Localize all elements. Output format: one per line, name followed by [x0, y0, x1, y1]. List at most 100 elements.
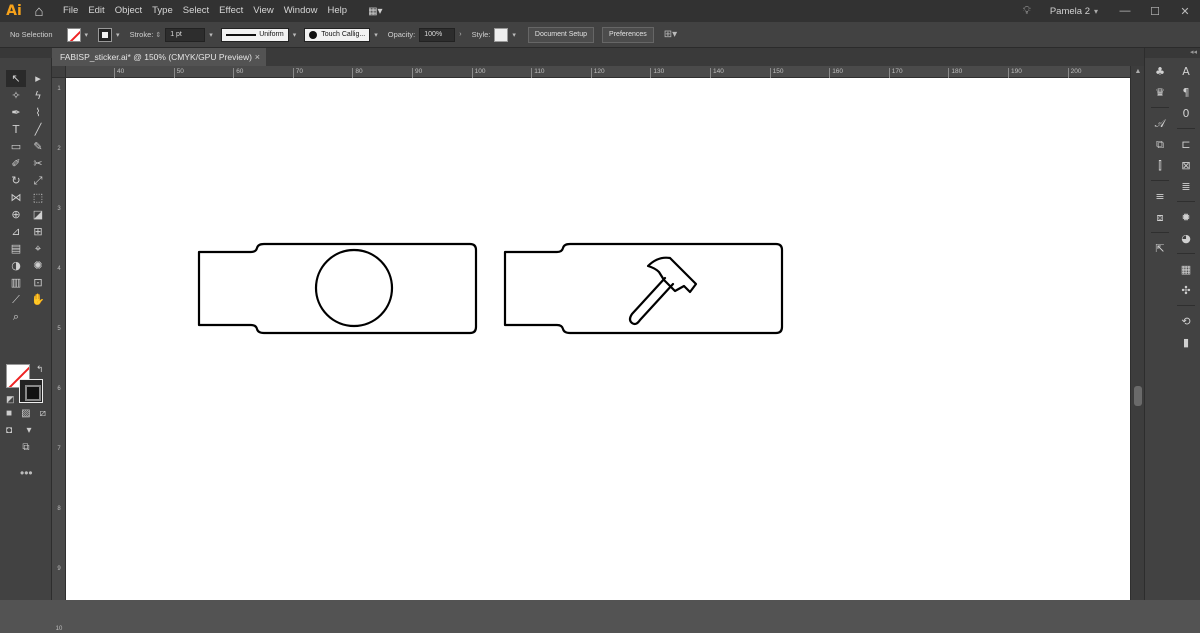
menu-file[interactable]: File: [58, 0, 83, 22]
maximize-icon[interactable]: ☐: [1140, 5, 1170, 18]
fill-swatch[interactable]: [66, 27, 81, 42]
default-fill-stroke-icon[interactable]: ◩: [6, 394, 15, 405]
stroke-weight-dropdown-icon[interactable]: ▾: [209, 31, 213, 39]
scroll-up-icon[interactable]: ▲: [1131, 68, 1145, 75]
gradient-tool-icon[interactable]: ▤: [6, 240, 26, 257]
free-transform-tool-icon[interactable]: ⬚: [28, 189, 48, 206]
brushes-icon[interactable]: ✣: [1176, 281, 1196, 301]
stroke-swatch[interactable]: [98, 27, 113, 42]
close-window-icon[interactable]: ✕: [1170, 5, 1200, 18]
gradient-panel-icon[interactable]: ▮: [1176, 333, 1196, 353]
change-screen-mode-icon[interactable]: ⧉: [22, 442, 29, 453]
artboards-icon[interactable]: ⧈: [1150, 208, 1170, 228]
layers-icon[interactable]: ≡: [1150, 187, 1170, 207]
swatches-icon[interactable]: ▦: [1176, 260, 1196, 280]
width-tool-icon[interactable]: ⋈: [6, 189, 26, 206]
draw-inside-icon[interactable]: ▾: [27, 425, 32, 436]
artboard[interactable]: [66, 78, 1130, 600]
appearance-icon[interactable]: ✹: [1176, 208, 1196, 228]
paragraph-icon[interactable]: ¶: [1176, 83, 1196, 103]
minimize-icon[interactable]: —: [1110, 5, 1140, 17]
scale-tool-icon[interactable]: ⤢: [28, 172, 48, 189]
align-icon[interactable]: ⫿: [1150, 156, 1170, 176]
swap-fill-stroke-icon[interactable]: ↰: [36, 364, 44, 375]
stroke-black-swatch[interactable]: [19, 379, 43, 403]
fill-dropdown-icon[interactable]: ▾: [85, 31, 89, 39]
close-tab-icon[interactable]: ×: [255, 48, 260, 66]
hand-tool-icon[interactable]: ✋: [28, 291, 48, 308]
style-dropdown-icon[interactable]: ▾: [512, 31, 516, 39]
slice-tool-icon[interactable]: ⟋: [6, 291, 26, 308]
type-tool-icon[interactable]: T: [6, 121, 26, 138]
stroke-spinner-icon[interactable]: ⇕: [155, 31, 161, 39]
shape-builder-tool-icon[interactable]: ⊕: [6, 206, 26, 223]
scissors-tool-icon[interactable]: ✂: [28, 155, 48, 172]
vertical-scrollbar[interactable]: ▲: [1130, 66, 1144, 600]
stroke-weight-field[interactable]: 1 pt: [165, 27, 206, 42]
perspective-grid-tool-icon[interactable]: ⊿: [6, 223, 26, 240]
home-icon[interactable]: ⌂: [28, 0, 50, 22]
stroke-profile-field[interactable]: Uniform: [220, 27, 289, 42]
artboard-tool-icon[interactable]: ⊡: [28, 274, 48, 291]
menu-type[interactable]: Type: [147, 0, 178, 22]
ruler-origin[interactable]: [52, 66, 66, 78]
brush-field[interactable]: Touch Callig...: [304, 27, 371, 42]
vertical-ruler[interactable]: 1 2 3 4 5 6 7 8 9 10: [52, 78, 66, 632]
pen-tool-icon[interactable]: ✒: [6, 104, 26, 121]
hammer-icon[interactable]: [628, 256, 698, 326]
selection-tool-icon[interactable]: ↖: [6, 70, 26, 87]
stroke-panel-icon[interactable]: ≣: [1176, 177, 1196, 197]
rectangle-tool-icon[interactable]: ▭: [6, 138, 26, 155]
mesh-tool-icon[interactable]: ⊞: [28, 223, 48, 240]
style-swatch[interactable]: [494, 27, 509, 42]
export-icon[interactable]: ⇱: [1150, 239, 1170, 259]
chevron-down-icon[interactable]: ▾: [1094, 7, 1098, 16]
opacity-label[interactable]: Opacity:: [388, 30, 416, 39]
column-graph-tool-icon[interactable]: ▥: [6, 274, 26, 291]
document-tab[interactable]: FABISP_sticker.ai* @ 150% (CMYK/GPU Prev…: [52, 48, 266, 66]
draw-mode-icon[interactable]: ◘: [6, 425, 12, 436]
zoom-tool-icon[interactable]: ⌕: [6, 308, 26, 325]
graphic-styles-icon[interactable]: ◕: [1176, 229, 1196, 249]
preferences-button[interactable]: Preferences: [602, 26, 654, 43]
color-mode-icon[interactable]: ■: [6, 408, 12, 419]
line-tool-icon[interactable]: ╱: [28, 121, 48, 138]
gradient-mode-icon[interactable]: ▨: [21, 408, 30, 419]
shaper-tool-icon[interactable]: ✐: [6, 155, 26, 172]
transparency-icon[interactable]: ⧉: [1150, 135, 1170, 155]
stroke-dropdown-icon[interactable]: ▾: [116, 31, 120, 39]
libraries-icon[interactable]: ♣: [1150, 62, 1170, 82]
arrange-icon[interactable]: ⊞▾: [664, 29, 677, 40]
symbol-sprayer-tool-icon[interactable]: ✺: [28, 257, 48, 274]
curvature-tool-icon[interactable]: ⌇: [28, 104, 48, 121]
menu-window[interactable]: Window: [279, 0, 323, 22]
menu-effect[interactable]: Effect: [214, 0, 248, 22]
menu-view[interactable]: View: [248, 0, 278, 22]
sticker-outline-left[interactable]: [197, 242, 478, 335]
sticker-circle-left[interactable]: [314, 248, 394, 328]
lasso-tool-icon[interactable]: ϟ: [28, 87, 48, 104]
properties-icon[interactable]: ♛: [1150, 83, 1170, 103]
symbols-icon[interactable]: ⟲: [1176, 312, 1196, 332]
none-mode-icon[interactable]: ⧄: [40, 408, 46, 419]
scroll-thumb[interactable]: [1134, 386, 1142, 406]
collapse-panels-icon[interactable]: ◂◂: [1190, 48, 1197, 58]
eyedropper-tool-icon[interactable]: ⌖: [28, 240, 48, 257]
pathfinder-icon[interactable]: ⊏: [1176, 135, 1196, 155]
menu-select[interactable]: Select: [178, 0, 214, 22]
opacity-field[interactable]: 100%: [419, 27, 456, 42]
menu-edit[interactable]: Edit: [83, 0, 109, 22]
stroke-label[interactable]: Stroke:: [130, 30, 154, 39]
sticker-outline-right[interactable]: [503, 242, 784, 335]
horizontal-ruler[interactable]: 40 50 60 70 80 90 100 110 120 130 140 150 160 170 180 1…: [66, 66, 1130, 78]
direct-selection-tool-icon[interactable]: ▸: [28, 70, 48, 87]
menu-help[interactable]: Help: [323, 0, 353, 22]
paintbrush-tool-icon[interactable]: ✎: [28, 138, 48, 155]
brush-dropdown-icon[interactable]: ▾: [374, 31, 378, 39]
character-icon[interactable]: A: [1176, 62, 1196, 82]
magic-wand-tool-icon[interactable]: ✧: [6, 87, 26, 104]
opacity-arrow-icon[interactable]: ›: [459, 31, 461, 38]
workspace-grid-icon[interactable]: ▦▾: [368, 6, 382, 17]
opentype-icon[interactable]: 0: [1176, 104, 1196, 124]
menu-object[interactable]: Object: [110, 0, 147, 22]
